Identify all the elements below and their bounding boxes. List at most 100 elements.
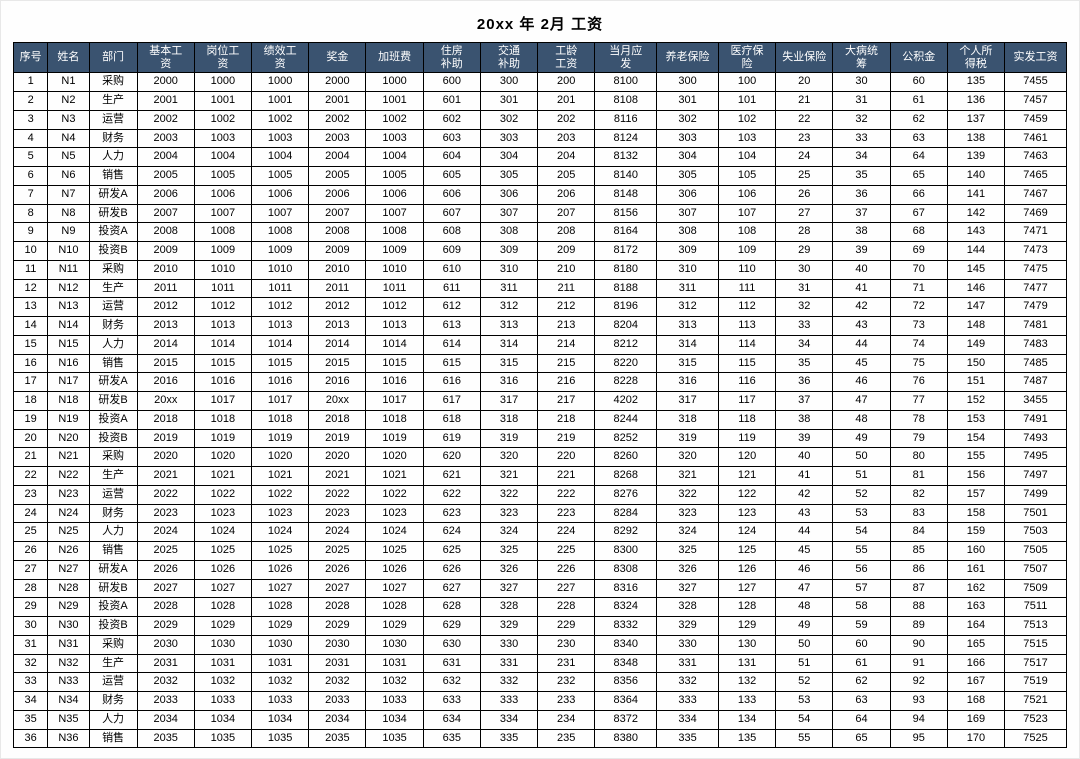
cell: 1032 xyxy=(194,673,251,692)
cell: 64 xyxy=(833,710,890,729)
cell: 运营 xyxy=(89,485,137,504)
table-row: 2N2生产20011001100120011001601301201810830… xyxy=(14,92,1067,111)
cell: 620 xyxy=(423,448,480,467)
table-row: 28N28研发B20271027102720271027627327227831… xyxy=(14,579,1067,598)
cell: 60 xyxy=(833,635,890,654)
cell: 1020 xyxy=(194,448,251,467)
cell: 研发A xyxy=(89,560,137,579)
cell: 2010 xyxy=(309,260,366,279)
cell: 7495 xyxy=(1005,448,1067,467)
cell: 1007 xyxy=(366,204,423,223)
cell: 61 xyxy=(890,92,947,111)
cell: 8268 xyxy=(595,467,657,486)
cell: 314 xyxy=(480,335,537,354)
cell: 运营 xyxy=(89,110,137,129)
cell: 2025 xyxy=(309,542,366,561)
cell: 331 xyxy=(657,654,719,673)
cell: 2026 xyxy=(309,560,366,579)
cell: 7503 xyxy=(1005,523,1067,542)
cell: 7517 xyxy=(1005,654,1067,673)
cell: 51 xyxy=(833,467,890,486)
cell: 7505 xyxy=(1005,542,1067,561)
cell: 8324 xyxy=(595,598,657,617)
cell: 308 xyxy=(480,223,537,242)
cell: 41 xyxy=(833,279,890,298)
cell: 2018 xyxy=(309,410,366,429)
cell: 325 xyxy=(480,542,537,561)
cell: 149 xyxy=(947,335,1004,354)
table-row: 5N5人力20041004100420041004604304204813230… xyxy=(14,148,1067,167)
cell: 投资A xyxy=(89,410,137,429)
cell: 1008 xyxy=(194,223,251,242)
cell: N19 xyxy=(48,410,89,429)
cell: N30 xyxy=(48,617,89,636)
cell: 8292 xyxy=(595,523,657,542)
cell: 50 xyxy=(833,448,890,467)
cell: 107 xyxy=(718,204,775,223)
cell: 2006 xyxy=(137,185,194,204)
cell: 35 xyxy=(833,167,890,186)
cell: 85 xyxy=(890,542,947,561)
cell: 1028 xyxy=(366,598,423,617)
cell: 7457 xyxy=(1005,92,1067,111)
table-row: 19N19投资A20181018101820181018618318218824… xyxy=(14,410,1067,429)
cell: 210 xyxy=(538,260,595,279)
cell: 320 xyxy=(657,448,719,467)
cell: 研发B xyxy=(89,579,137,598)
cell: 300 xyxy=(657,73,719,92)
col-header: 养老保险 xyxy=(657,43,719,73)
cell: 612 xyxy=(423,298,480,317)
cell: 2022 xyxy=(309,485,366,504)
cell: 635 xyxy=(423,729,480,748)
cell: 1017 xyxy=(194,392,251,411)
cell: 616 xyxy=(423,373,480,392)
cell: 1018 xyxy=(252,410,309,429)
col-header: 工龄工资 xyxy=(538,43,595,73)
cell: 335 xyxy=(480,729,537,748)
cell: 1009 xyxy=(252,242,309,261)
cell: 20xx xyxy=(137,392,194,411)
cell: 24 xyxy=(776,148,833,167)
cell: 5 xyxy=(14,148,48,167)
cell: 116 xyxy=(718,373,775,392)
cell: 145 xyxy=(947,260,1004,279)
cell: 313 xyxy=(657,317,719,336)
cell: 32 xyxy=(833,110,890,129)
cell: 54 xyxy=(776,710,833,729)
cell: 7473 xyxy=(1005,242,1067,261)
cell: 306 xyxy=(480,185,537,204)
col-header: 当月应发 xyxy=(595,43,657,73)
cell: 615 xyxy=(423,354,480,373)
cell: 121 xyxy=(718,467,775,486)
cell: 2016 xyxy=(137,373,194,392)
cell: 1010 xyxy=(252,260,309,279)
cell: 2018 xyxy=(137,410,194,429)
cell: 8 xyxy=(14,204,48,223)
cell: 310 xyxy=(657,260,719,279)
cell: 2002 xyxy=(309,110,366,129)
cell: 28 xyxy=(776,223,833,242)
cell: 1023 xyxy=(366,504,423,523)
cell: 7491 xyxy=(1005,410,1067,429)
cell: 9 xyxy=(14,223,48,242)
cell: N3 xyxy=(48,110,89,129)
cell: 1030 xyxy=(194,635,251,654)
cell: 606 xyxy=(423,185,480,204)
cell: 6 xyxy=(14,167,48,186)
cell: 602 xyxy=(423,110,480,129)
cell: 136 xyxy=(947,92,1004,111)
cell: 1000 xyxy=(366,73,423,92)
cell: 2015 xyxy=(137,354,194,373)
cell: 2011 xyxy=(309,279,366,298)
cell: N21 xyxy=(48,448,89,467)
cell: 304 xyxy=(480,148,537,167)
cell: 72 xyxy=(890,298,947,317)
cell: 3 xyxy=(14,110,48,129)
table-row: 17N17研发A20161016101620161016616316216822… xyxy=(14,373,1067,392)
cell: 7493 xyxy=(1005,429,1067,448)
cell: 2034 xyxy=(309,710,366,729)
cell: 328 xyxy=(657,598,719,617)
cell: 2028 xyxy=(137,598,194,617)
cell: 600 xyxy=(423,73,480,92)
table-row: 34N34财务203310331033203310336333332338364… xyxy=(14,692,1067,711)
